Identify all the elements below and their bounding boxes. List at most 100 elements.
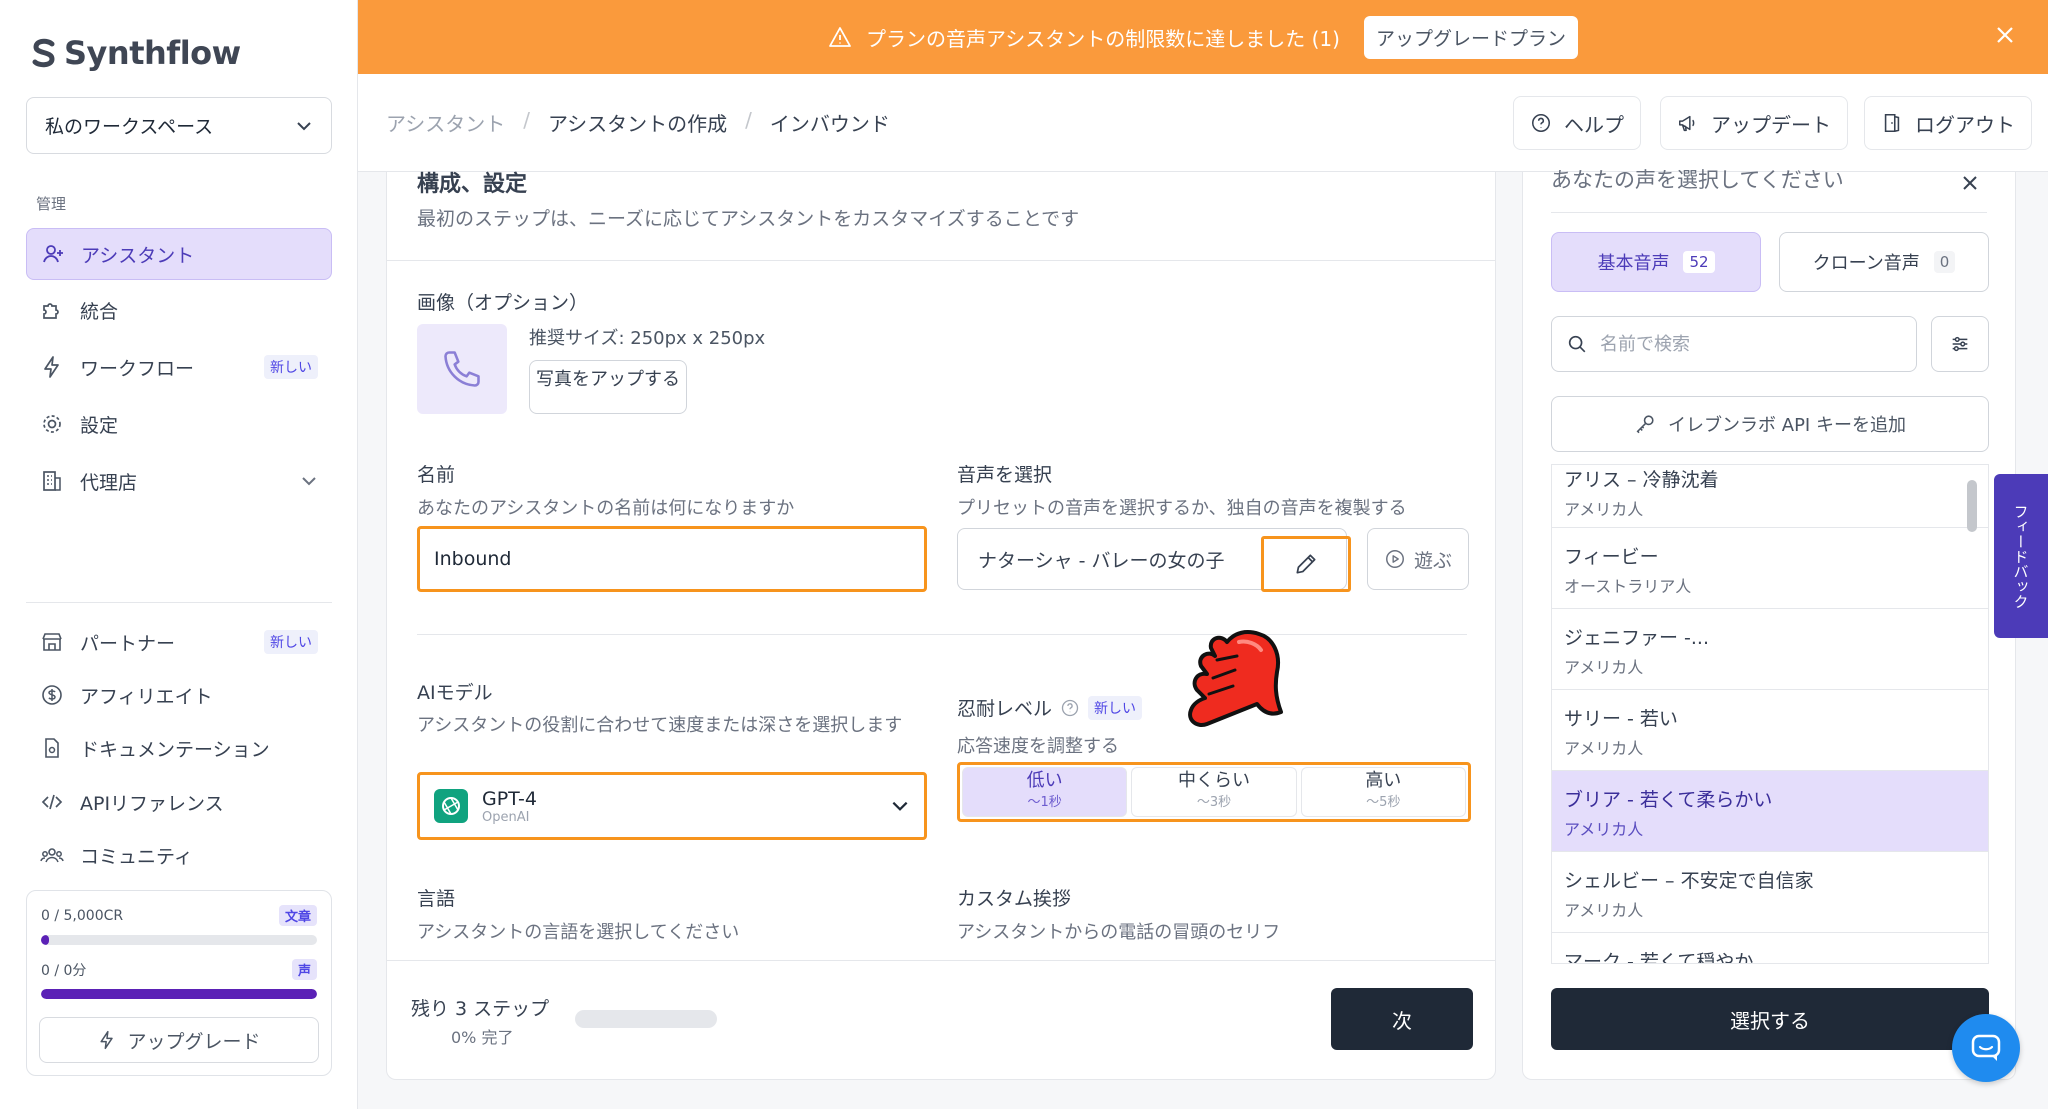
gear-icon — [43, 415, 61, 433]
sidebar-item-label: ドキュメンテーション — [80, 738, 270, 761]
breadcrumb-create[interactable]: アシスタントの作成 — [548, 108, 727, 137]
sidebar-item-partners[interactable]: パートナー 新しい — [26, 616, 332, 668]
minutes-tag: 声 — [291, 959, 317, 980]
steps-progress-bar — [575, 1010, 717, 1028]
search-icon — [1568, 335, 1586, 353]
logo[interactable]: Synthflow — [30, 34, 241, 72]
play-voice-button[interactable]: 遊ぶ — [1367, 528, 1469, 590]
sidebar-item-label: アシスタント — [81, 244, 195, 267]
logout-label: ログアウト — [1915, 112, 2015, 137]
sidebar-item-community[interactable]: コミュニティ — [26, 829, 332, 881]
upload-photo-button[interactable]: 写真をアップする — [529, 360, 687, 414]
updates-button[interactable]: アップデート — [1660, 96, 1848, 150]
chevron-down-icon — [297, 121, 311, 130]
upgrade-button[interactable]: アップグレード — [39, 1017, 319, 1063]
header: アシスタント / アシスタントの作成 / インバウンド ヘルプ アップデート ロ… — [358, 74, 2048, 172]
patience-selector: 低い 〜1秒 中くらい 〜3秒 高い 〜5秒 — [957, 762, 1471, 822]
search-input[interactable] — [1600, 333, 1900, 355]
greeting-label: カスタム挨拶 — [957, 888, 1072, 910]
breadcrumb-inbound: インバウンド — [769, 112, 890, 136]
select-voice-button[interactable]: 選択する — [1551, 988, 1989, 1050]
voice-accent: アメリカ人 — [1564, 658, 1644, 677]
building-icon — [43, 471, 61, 491]
lightning-icon — [44, 356, 59, 378]
filter-button[interactable] — [1931, 316, 1989, 372]
breadcrumb: アシスタント / アシスタントの作成 / インバウンド — [386, 108, 890, 137]
sidebar-item-label: 代理店 — [80, 471, 138, 494]
list-item[interactable]: シェルビー – 不安定で自信家 アメリカ人 — [1552, 852, 1988, 933]
credits-bar-fill — [41, 935, 50, 945]
chat-button[interactable] — [1952, 1014, 2020, 1082]
workspace-name: 私のワークスペース — [45, 116, 214, 138]
chat-icon — [1971, 1034, 2001, 1061]
sidebar-item-agency[interactable]: 代理店 — [26, 455, 332, 507]
model-provider: OpenAI — [482, 809, 530, 825]
logout-button[interactable]: ログアウト — [1864, 96, 2032, 150]
tab-count: 52 — [1683, 251, 1715, 273]
name-field[interactable] — [420, 529, 924, 589]
list-item[interactable]: サリー - 若い アメリカ人 — [1552, 690, 1988, 771]
list-item[interactable]: アリス – 冷静沈着 アメリカ人 — [1552, 465, 1988, 528]
upgrade-plan-button[interactable]: アップグレードプラン — [1363, 15, 1578, 59]
credits-text: 0 / 5,000CR — [41, 907, 124, 924]
section-title: 構成、設定 — [417, 172, 528, 197]
sidebar-item-label: 設定 — [80, 414, 119, 437]
sidebar-item-label: コミュニティ — [80, 845, 193, 868]
storefront-icon — [42, 633, 62, 651]
list-item[interactable]: フィービー オーストラリア人 — [1552, 528, 1988, 609]
list-item[interactable]: マーク - 若くて穏やか — [1552, 933, 1988, 963]
minutes-text: 0 / 0分 — [41, 962, 87, 979]
sidebar-item-assistants[interactable]: アシスタント — [26, 228, 332, 280]
tab-count: 0 — [1933, 251, 1956, 273]
add-elevenlabs-key-button[interactable]: イレブンラボ API キーを追加 — [1551, 396, 1989, 452]
help-icon[interactable] — [1060, 698, 1080, 718]
voice-name: アリス – 冷静沈着 — [1564, 469, 1719, 491]
sidebar-item-api-reference[interactable]: APIリファレンス — [26, 776, 332, 828]
model-name: GPT-4 — [482, 787, 537, 810]
close-icon[interactable] — [1959, 172, 1981, 194]
pencil-icon — [1296, 554, 1316, 574]
tab-label: クローン音声 — [1812, 253, 1920, 274]
patience-option-low[interactable]: 低い 〜1秒 — [962, 767, 1128, 817]
close-icon[interactable] — [1994, 24, 2016, 46]
sidebar: Synthflow 私のワークスペース 管理 アシスタント 統合 ワークフロー … — [0, 0, 358, 1109]
workspace-select[interactable]: 私のワークスペース — [26, 97, 332, 154]
sidebar-item-affiliate[interactable]: アフィリエイト — [26, 669, 332, 721]
document-icon — [45, 738, 59, 758]
tab-cloned-voices[interactable]: クローン音声 0 — [1779, 232, 1989, 292]
assistant-image-placeholder[interactable] — [417, 324, 507, 414]
feedback-tab[interactable]: フィードバック — [1994, 474, 2048, 638]
next-button[interactable]: 次 — [1331, 988, 1473, 1050]
list-item-selected[interactable]: ブリア - 若くて柔らかい アメリカ人 — [1552, 771, 1988, 852]
edit-voice-button[interactable] — [1261, 536, 1351, 592]
chevron-down-icon — [302, 477, 316, 486]
key-icon — [1636, 415, 1654, 434]
logo-text: Synthflow — [64, 34, 241, 72]
model-select[interactable]: GPT-4 OpenAI — [417, 772, 927, 840]
patience-option-high[interactable]: 高い 〜5秒 — [1300, 767, 1466, 817]
language-help: アシスタントの言語を選択してください — [417, 922, 740, 943]
model-select-inner: GPT-4 OpenAI — [420, 775, 924, 837]
warning-icon — [829, 27, 851, 47]
sidebar-item-label: ワークフロー — [80, 357, 195, 380]
list-item[interactable]: ジェニファー -... アメリカ人 — [1552, 609, 1988, 690]
patience-help: 応答速度を調整する — [957, 736, 1119, 757]
sidebar-item-integrations[interactable]: 統合 — [26, 284, 332, 336]
form-divider — [417, 634, 1467, 635]
sidebar-item-settings[interactable]: 設定 — [26, 398, 332, 450]
sidebar-item-workflows[interactable]: ワークフロー 新しい — [26, 341, 332, 393]
patience-option-label: 高い — [1365, 770, 1402, 791]
voice-name: ブリア - 若くて柔らかい — [1564, 789, 1773, 811]
tab-basic-voices[interactable]: 基本音声 52 — [1551, 232, 1761, 292]
voice-name: フィービー — [1564, 546, 1659, 568]
help-button[interactable]: ヘルプ — [1513, 96, 1641, 150]
patience-option-medium[interactable]: 中くらい 〜3秒 — [1131, 767, 1297, 817]
breadcrumb-assistants[interactable]: アシスタント — [386, 108, 505, 137]
steps-percent: 0% 完了 — [451, 1028, 514, 1047]
sidebar-item-docs[interactable]: ドキュメンテーション — [26, 722, 332, 774]
model-help: アシスタントの役割に合わせて速度または深さを選択します — [417, 715, 903, 736]
elevenlabs-label: イレブンラボ API キーを追加 — [1668, 415, 1906, 436]
voice-list-scrollbar[interactable] — [1967, 480, 1977, 532]
steps-remaining: 残り 3 ステップ — [411, 998, 550, 1020]
sidebar-divider — [26, 602, 332, 603]
